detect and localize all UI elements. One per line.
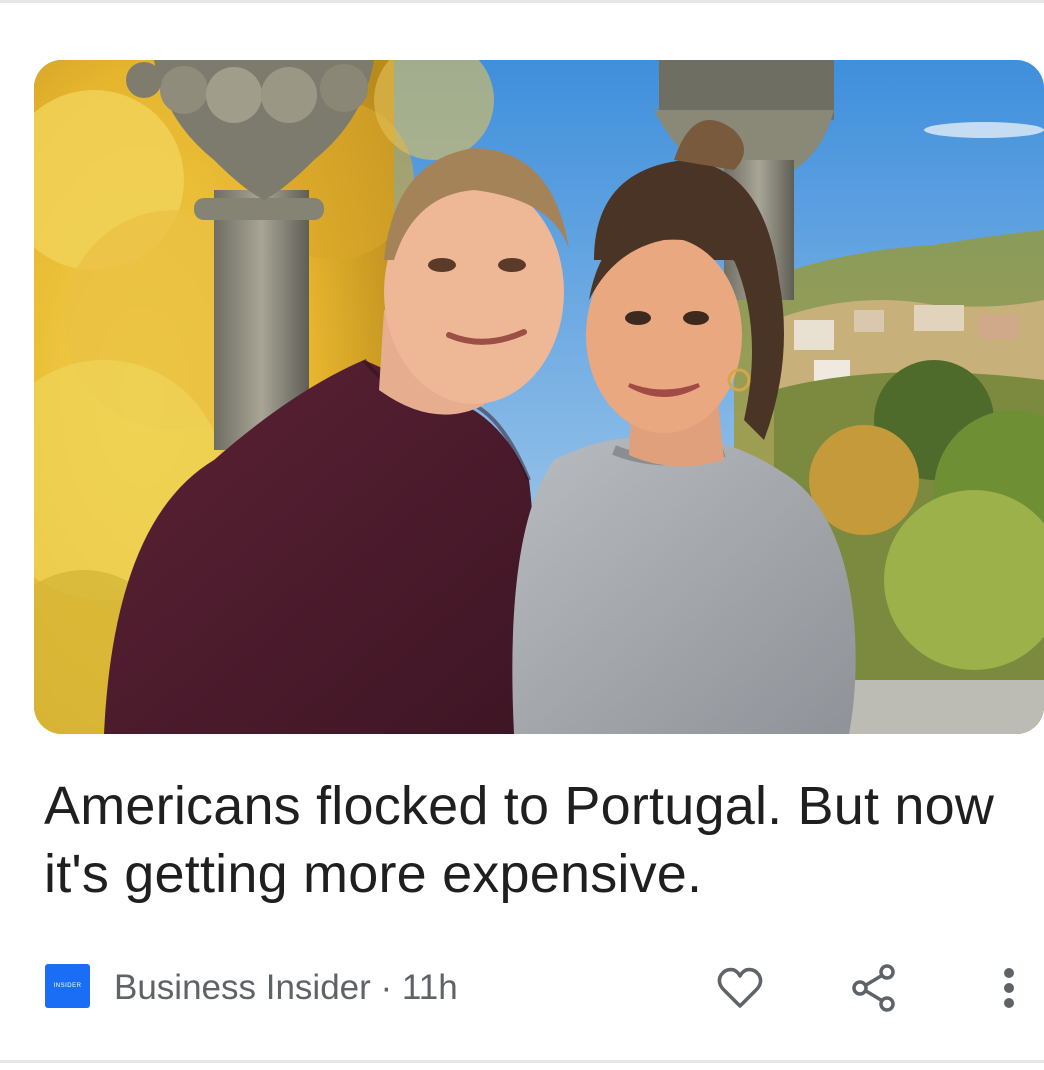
more-vertical-icon (1004, 968, 1014, 1008)
heart-outline-icon (717, 967, 763, 1008)
share-button[interactable] (846, 960, 902, 1016)
article-age: 11h (401, 968, 458, 1007)
share-icon (852, 964, 895, 1012)
more-options-button[interactable] (981, 960, 1037, 1016)
like-button[interactable] (712, 960, 768, 1016)
article-image[interactable] (34, 60, 1044, 734)
business-insider-logo: INSIDER (45, 964, 90, 1008)
article-headline[interactable]: Americans flocked to Portugal. But now i… (44, 772, 1034, 908)
top-divider (0, 0, 1044, 3)
article-photo (34, 60, 1044, 734)
bottom-divider (0, 1060, 1044, 1063)
source-and-age[interactable]: Business Insider · 11h (114, 966, 458, 1010)
source-name: Business Insider (114, 968, 371, 1007)
news-card[interactable]: Americans flocked to Portugal. But now i… (0, 0, 1044, 1070)
article-meta-row: INSIDER Business Insider · 11h (44, 960, 1034, 1016)
meta-separator: · (370, 968, 402, 1007)
